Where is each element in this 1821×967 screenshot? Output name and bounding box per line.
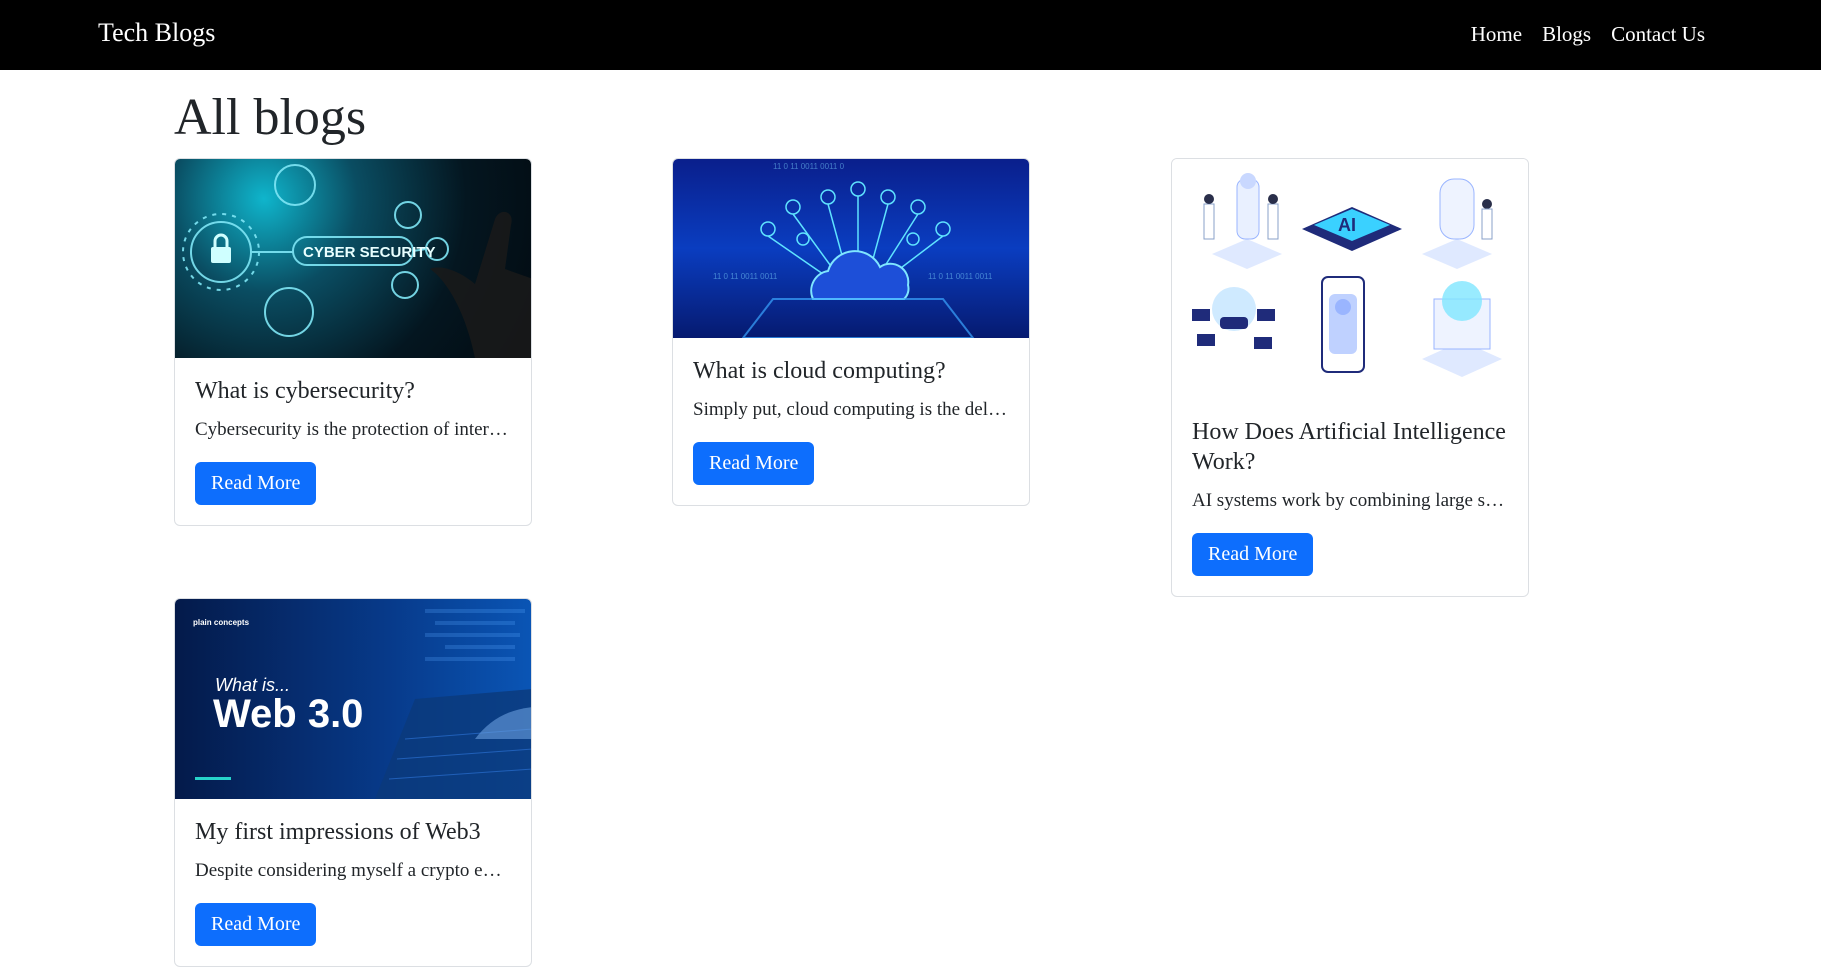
web3-image: plain concepts What is... Web 3.0 xyxy=(175,599,531,799)
cybersecurity-image: CYBER SECURITY xyxy=(175,159,531,358)
blog-card: AI How Does Artificial Intelligence Work… xyxy=(1171,158,1529,597)
brand-link[interactable]: Tech Blogs xyxy=(98,18,215,48)
blog-card: CYBER SECURITY What is cybersecurity? Cy… xyxy=(174,158,532,526)
svg-text:11 0 11 0011 0011 0: 11 0 11 0011 0011 0 xyxy=(773,162,845,171)
card-title: My first impressions of Web3 xyxy=(195,819,481,845)
nav-link-home[interactable]: Home xyxy=(1471,22,1522,47)
ai-isometric-image: AI xyxy=(1172,159,1528,399)
svg-text:plain concepts: plain concepts xyxy=(193,618,250,627)
read-more-button[interactable]: Read More xyxy=(693,442,815,485)
card-excerpt: Despite considering myself a crypto enth… xyxy=(195,860,511,881)
blog-card: 11 0 11 0011 0011 0 11 0 11 0011 0011 11… xyxy=(672,158,1030,506)
nav-link-contact[interactable]: Contact Us xyxy=(1611,22,1705,47)
svg-text:CYBER SECURITY: CYBER SECURITY xyxy=(303,244,436,261)
read-more-button[interactable]: Read More xyxy=(1192,533,1314,576)
nav-links: Home Blogs Contact Us xyxy=(1471,22,1705,47)
card-title: What is cloud computing? xyxy=(693,358,946,384)
card-excerpt: AI systems work by combining large sets … xyxy=(1192,490,1508,511)
read-more-button[interactable]: Read More xyxy=(195,903,317,946)
read-more-button[interactable]: Read More xyxy=(195,462,317,505)
nav-link-blogs[interactable]: Blogs xyxy=(1542,22,1591,47)
card-title: What is cybersecurity? xyxy=(195,378,415,404)
blog-card: plain concepts What is... Web 3.0 My fir… xyxy=(174,598,532,967)
card-title: How Does Artificial Intelligence Work? xyxy=(1192,419,1506,475)
svg-text:Web 3.0: Web 3.0 xyxy=(213,692,363,736)
svg-text:11 0 11 0011 0011: 11 0 11 0011 0011 xyxy=(713,272,778,281)
card-excerpt: Cybersecurity is the protection of inter… xyxy=(195,419,511,440)
cloud-computing-image: 11 0 11 0011 0011 0 11 0 11 0011 0011 11… xyxy=(673,159,1029,338)
card-excerpt: Simply put, cloud computing is the deliv… xyxy=(693,399,1009,420)
svg-text:AI: AI xyxy=(1338,215,1356,235)
svg-text:11 0 11 0011 0011: 11 0 11 0011 0011 xyxy=(928,272,993,281)
page-title: All blogs xyxy=(174,89,367,146)
navbar: Tech Blogs Home Blogs Contact Us xyxy=(0,0,1821,70)
